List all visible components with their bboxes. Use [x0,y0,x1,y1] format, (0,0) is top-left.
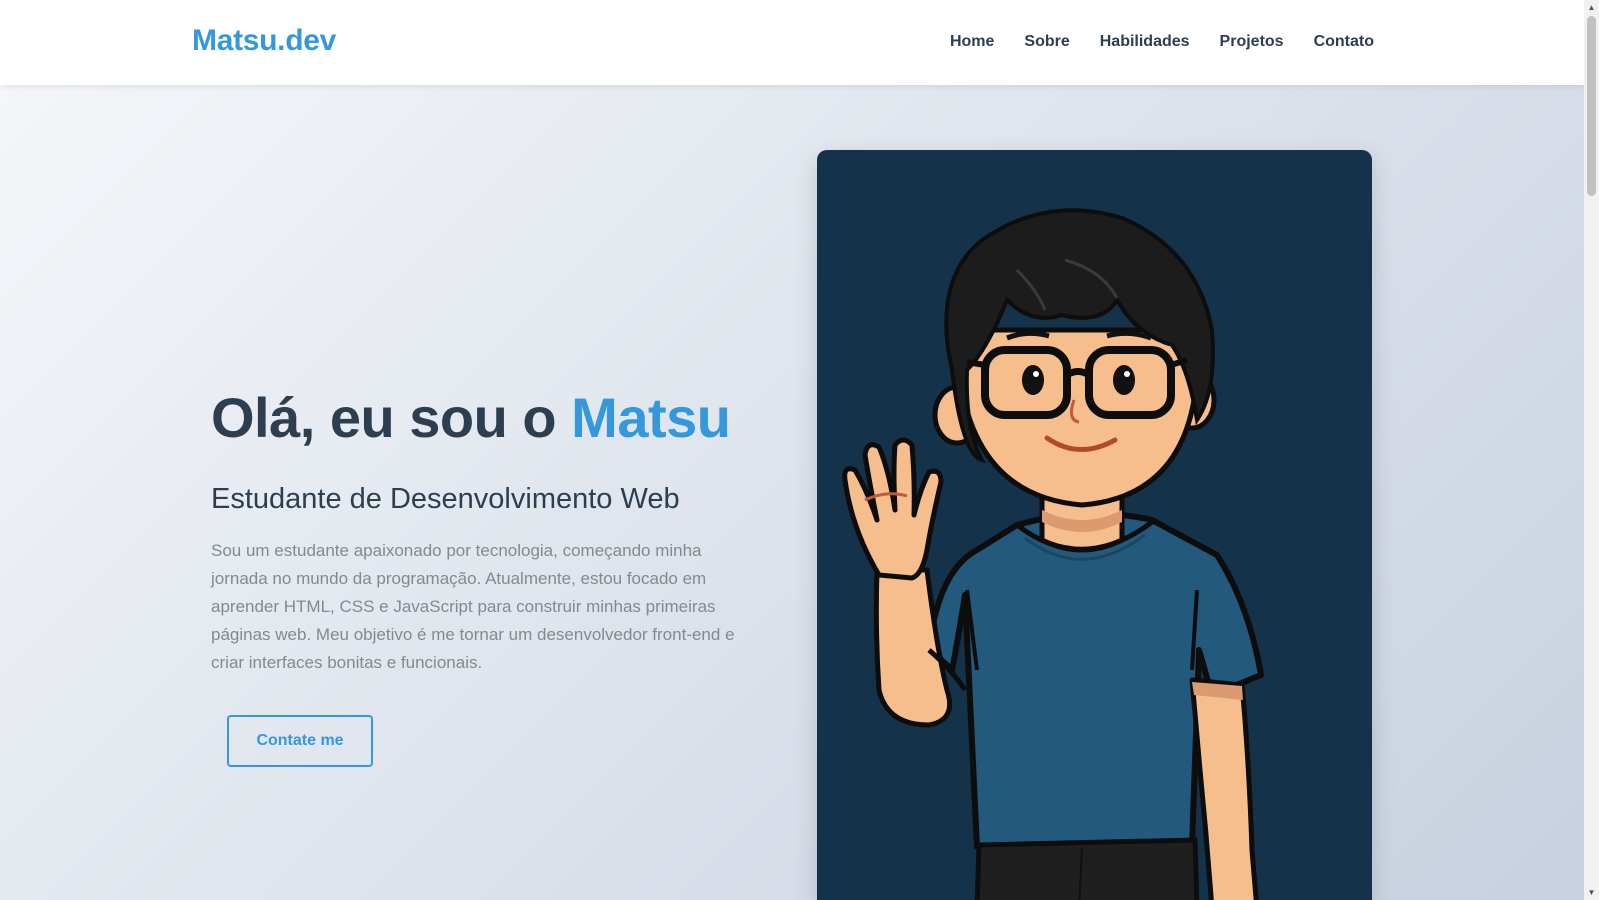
hero-section: Olá, eu sou o Matsu Estudante de Desenvo… [0,85,1584,900]
scrollbar-thumb[interactable] [1587,16,1596,196]
nav-links: Home Sobre Habilidades Projetos Contato [950,33,1374,51]
nav-link-habilidades[interactable]: Habilidades [1100,33,1190,50]
nav-item-home: Home [950,33,994,51]
nav-item-contato: Contato [1314,33,1374,51]
hero-description: Sou um estudante apaixonado por tecnolog… [211,541,735,672]
navbar: Matsu.dev Home Sobre Habilidades Projeto… [0,0,1584,85]
hero-title: Olá, eu sou o Matsu [211,385,731,450]
contact-button[interactable]: Contate me [227,715,373,767]
avatar-illustration [817,150,1372,900]
nav-link-sobre[interactable]: Sobre [1024,33,1069,50]
hero-title-prefix: Olá, eu sou o [211,386,572,449]
hero-subtitle: Estudante de Desenvolvimento Web [211,483,680,515]
site-logo[interactable]: Matsu.dev [192,24,336,58]
page-scrollbar[interactable]: ▲ ▼ [1584,0,1599,900]
hero-title-name: Matsu [571,386,731,449]
nav-item-sobre: Sobre [1024,33,1069,51]
nav-item-habilidades: Habilidades [1100,33,1190,51]
page: Matsu.dev Home Sobre Habilidades Projeto… [0,0,1584,900]
nav-link-home[interactable]: Home [950,33,994,50]
scroll-down-arrow-icon[interactable]: ▼ [1584,885,1599,900]
nav-item-projetos: Projetos [1220,33,1284,51]
avatar-image [842,208,1264,900]
nav-link-projetos[interactable]: Projetos [1220,33,1284,50]
scroll-up-arrow-icon[interactable]: ▲ [1584,0,1599,15]
nav-link-contato[interactable]: Contato [1314,33,1374,50]
